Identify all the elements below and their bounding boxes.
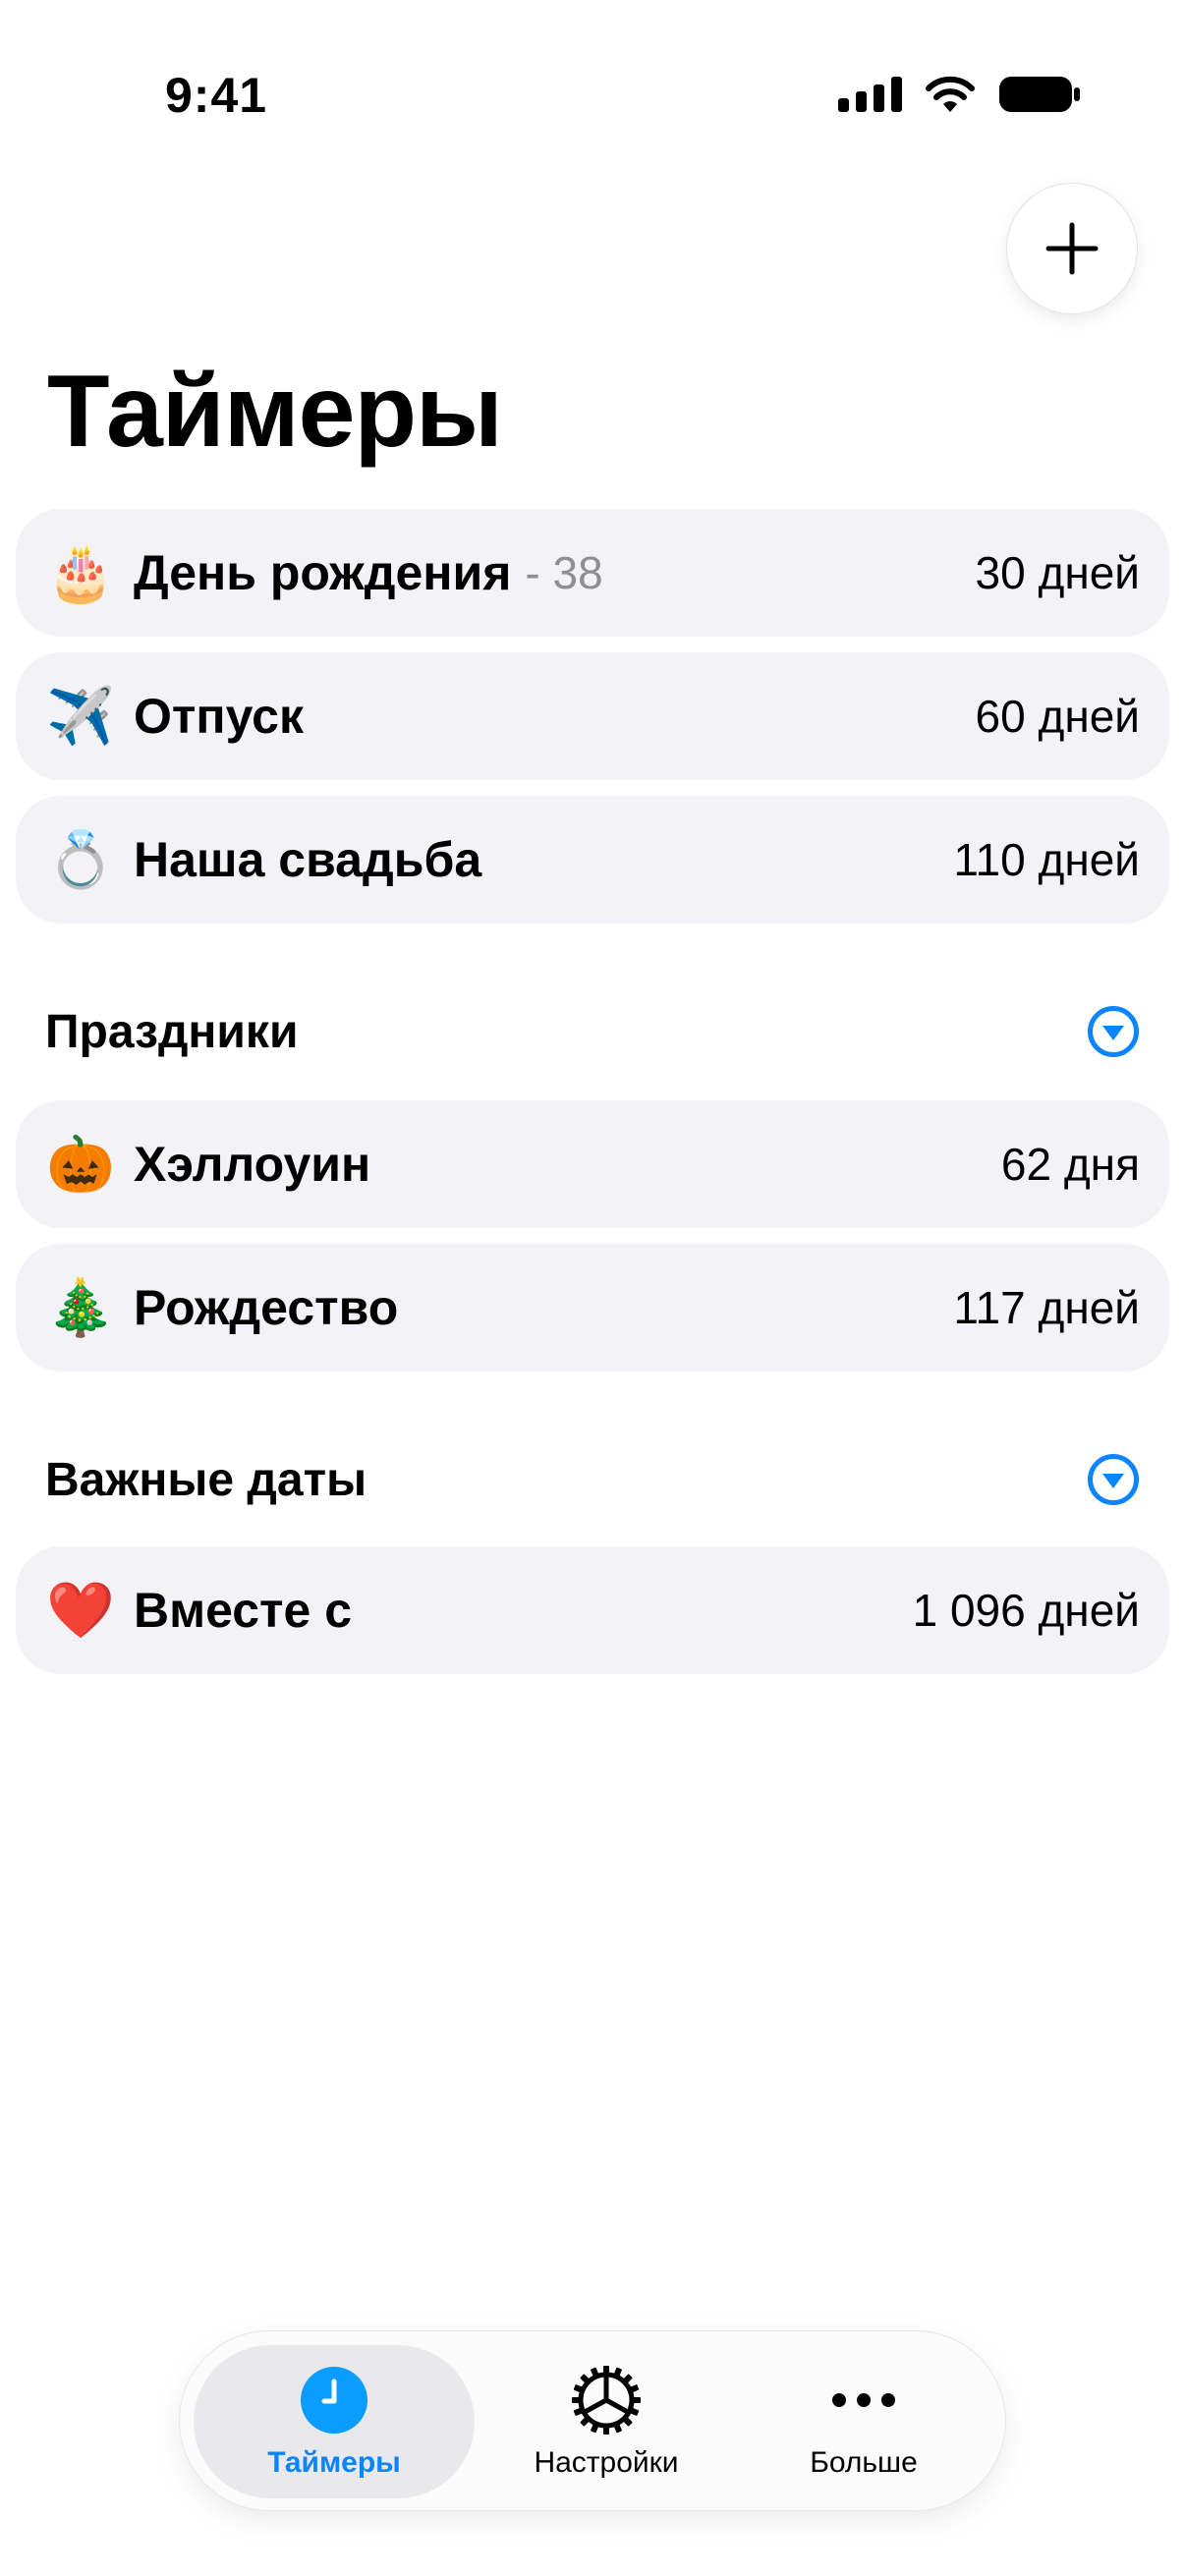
timer-row-vacation[interactable]: ✈️ Отпуск 60 дней — [16, 652, 1169, 780]
tab-bar: Таймеры Настройки Больше — [179, 2330, 1006, 2511]
timer-title: Отпуск — [134, 689, 304, 744]
timer-value: 30 дней — [975, 547, 1140, 598]
timer-value: 1 096 дней — [912, 1585, 1140, 1636]
airplane-icon: ✈️ — [46, 685, 115, 747]
status-icons — [838, 75, 1081, 114]
important-row-together[interactable]: ❤️ Вместе с 1 096 дней — [16, 1546, 1169, 1674]
timer-title: Наша свадьба — [134, 832, 482, 887]
timer-value: 60 дней — [975, 691, 1140, 742]
holiday-row-halloween[interactable]: 🎃 Хэллоуин 62 дня — [16, 1100, 1169, 1228]
cellular-signal-icon — [838, 77, 902, 112]
status-time: 9:41 — [165, 68, 268, 123]
gear-icon — [572, 2366, 641, 2435]
timer-value: 62 дня — [1000, 1139, 1140, 1190]
timer-row-wedding[interactable]: 💍 Наша свадьба 110 дней — [16, 796, 1169, 924]
timer-age: - 38 — [525, 547, 603, 598]
timer-title: День рождения — [134, 545, 512, 600]
battery-icon — [999, 77, 1080, 112]
holiday-row-christmas[interactable]: 🎄 Рождество 117 дней — [16, 1244, 1169, 1372]
timer-title: Вместе с — [134, 1583, 353, 1638]
section-header-important: Важные даты — [45, 1440, 1140, 1519]
tab-settings[interactable]: Настройки — [465, 2345, 748, 2498]
plus-icon — [1045, 222, 1099, 275]
pumpkin-icon: 🎃 — [46, 1133, 115, 1195]
timer-row-birthday[interactable]: 🎂 День рождения - 38 30 дней — [16, 509, 1169, 637]
timer-value: 110 дней — [953, 834, 1140, 885]
timer-title: Хэллоуин — [134, 1137, 371, 1192]
tab-more[interactable]: Больше — [722, 2345, 1005, 2498]
add-timer-button[interactable] — [1006, 183, 1138, 314]
section-label: Праздники — [45, 1005, 299, 1058]
section-header-holidays: Праздники — [45, 992, 1140, 1071]
tab-label: Настройки — [534, 2446, 679, 2479]
ring-icon: 💍 — [46, 828, 115, 890]
timer-title: Рождество — [134, 1280, 399, 1335]
timer-value: 117 дней — [953, 1282, 1140, 1333]
heart-icon: ❤️ — [46, 1579, 115, 1641]
cake-icon: 🎂 — [46, 541, 115, 603]
chevron-down-circle-icon — [1088, 1454, 1139, 1505]
tab-timers[interactable]: Таймеры — [194, 2345, 475, 2498]
wifi-icon — [926, 76, 975, 112]
clock-icon — [301, 2367, 367, 2434]
important-collapse-button[interactable] — [1087, 1453, 1140, 1506]
more-icon — [832, 2393, 895, 2407]
holidays-collapse-button[interactable] — [1087, 1005, 1140, 1058]
section-label: Важные даты — [45, 1453, 367, 1506]
chevron-down-circle-icon — [1088, 1006, 1139, 1057]
page-title: Таймеры — [47, 355, 503, 469]
christmas-tree-icon: 🎄 — [46, 1276, 115, 1338]
tab-label: Больше — [810, 2446, 918, 2479]
tab-label: Таймеры — [267, 2446, 401, 2479]
